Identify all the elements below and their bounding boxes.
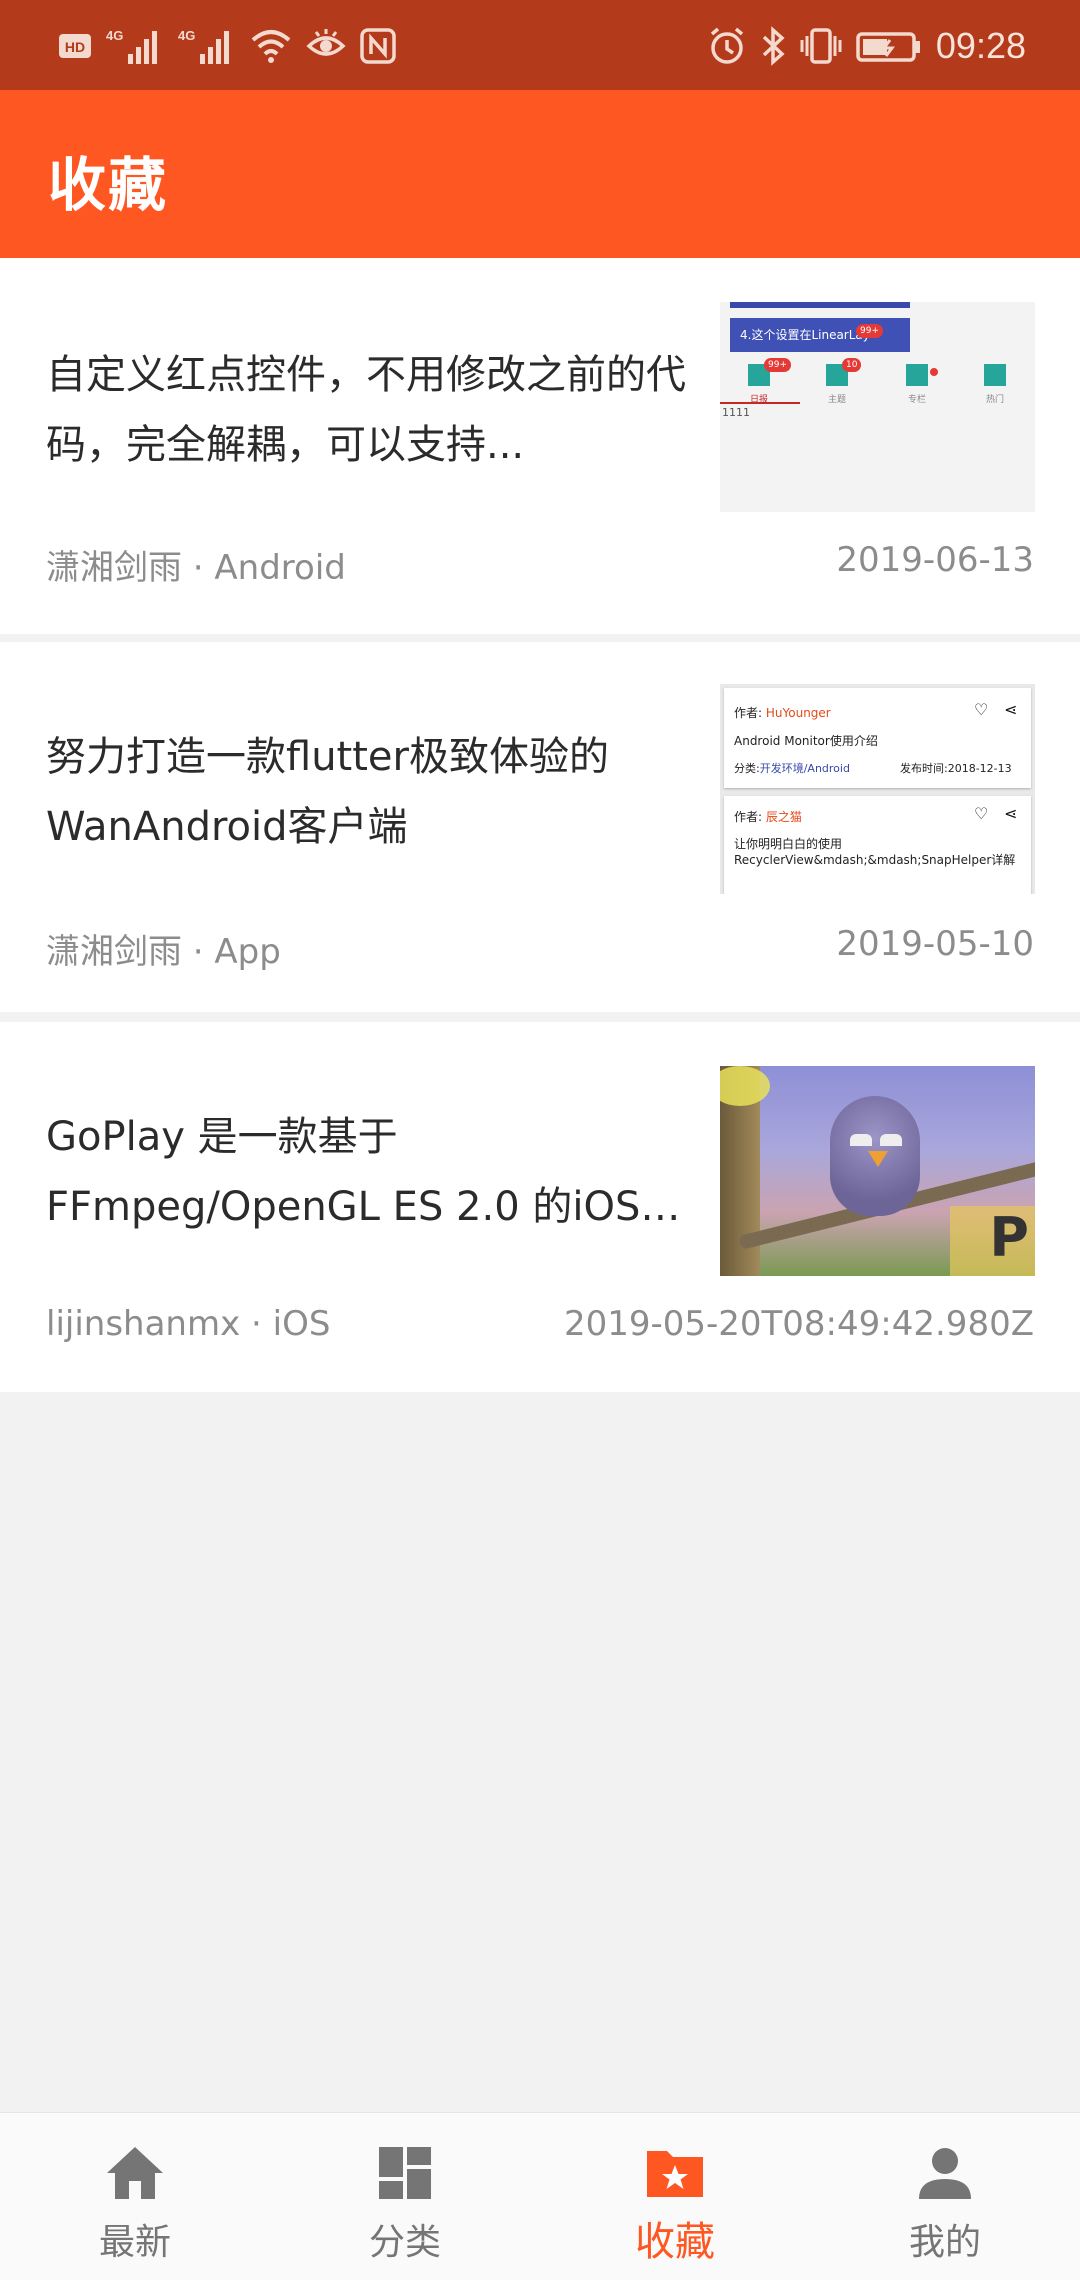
thumb-tab-label: 专栏 xyxy=(908,395,927,405)
thumb-badge: 99+ xyxy=(764,358,791,372)
vibrate-icon xyxy=(800,26,842,66)
collection-item-author-category: lijinshanmx · iOS xyxy=(46,1304,331,1344)
thumb-article-title: Android Monitor使用介绍 xyxy=(734,734,878,748)
battery-icon xyxy=(856,26,922,66)
status-bar: HD 4G 4G 09:28 xyxy=(0,0,1080,90)
collection-item-author-category: 潇湘剑雨 · App xyxy=(46,932,281,972)
4g-signal-icon: 4G xyxy=(178,26,236,66)
svg-text:4G: 4G xyxy=(178,28,195,43)
person-icon xyxy=(913,2141,977,2205)
nav-item-favorites[interactable]: 收藏 xyxy=(540,2113,810,2280)
collection-item-thumbnail: P xyxy=(720,1066,1035,1276)
thumb-number: 1111 xyxy=(722,406,750,419)
alarm-icon xyxy=(708,26,746,66)
nav-label: 我的 xyxy=(908,2222,981,2263)
4g-signal-icon: 4G xyxy=(106,26,164,66)
folder-star-icon xyxy=(643,2141,707,2205)
eye-icon xyxy=(306,26,346,66)
hd-icon: HD xyxy=(58,31,92,61)
collection-item-date: 2019-05-10 xyxy=(836,924,1034,964)
nfc-icon xyxy=(360,26,396,66)
svg-text:HD: HD xyxy=(65,39,85,55)
thumb-watermark: P xyxy=(950,1206,1035,1276)
bird-image xyxy=(830,1096,920,1216)
thumb-header-text: 4.这个设置在LinearLay xyxy=(730,318,910,352)
thumb-author: HuYounger xyxy=(765,706,831,720)
status-icons-right: 09:28 xyxy=(708,24,1026,68)
thumb-badge: 99+ xyxy=(856,324,883,338)
thumb-article-title: 让你明明白白的使用RecyclerView&mdash;&mdash;SnapH… xyxy=(734,837,1016,867)
thumb-tab-label: 主题 xyxy=(828,395,847,405)
nav-item-categories[interactable]: 分类 xyxy=(270,2113,540,2280)
heart-icon: ♡ xyxy=(974,700,989,719)
collection-item[interactable]: 努力打造一款flutter极致体验的WanAndroid客户端 作者: HuYo… xyxy=(0,642,1080,1012)
thumb-publish-date: 2018-12-13 xyxy=(947,762,1012,775)
collection-item[interactable]: GoPlay 是一款基于FFmpeg/OpenGL ES 2.0 的iOS播放器… xyxy=(0,1022,1080,1392)
thumb-tab-label: 热门 xyxy=(986,395,1005,405)
page-title: 收藏 xyxy=(48,151,169,219)
home-icon xyxy=(103,2141,167,2205)
collection-item-title: GoPlay 是一款基于FFmpeg/OpenGL ES 2.0 的iOS播放器… xyxy=(46,1114,681,1230)
nav-item-mine[interactable]: 我的 xyxy=(810,2113,1080,2280)
dashboard-icon xyxy=(373,2141,437,2205)
thumb-author-label: 作者: xyxy=(734,810,763,824)
share-icon: ⋖ xyxy=(1004,700,1018,719)
thumb-publish-label: 发布时间: xyxy=(900,762,948,775)
status-time: 09:28 xyxy=(935,25,1026,66)
bluetooth-icon xyxy=(760,26,786,66)
collection-item-author-category: 潇湘剑雨 · Android xyxy=(46,548,346,588)
collection-item-thumbnail: 4.这个设置在LinearLay 99+ 99+ 10 日报 主题 专栏 热门 … xyxy=(720,302,1035,512)
status-icons-left: HD 4G 4G xyxy=(58,24,396,68)
svg-text:4G: 4G xyxy=(106,28,123,43)
bottom-navigation: 最新 分类 收藏 我的 xyxy=(0,2112,1080,2280)
thumb-badge: 10 xyxy=(842,358,862,372)
app-bar: 收藏 xyxy=(0,90,1080,258)
thumb-category: 开发环境/Android xyxy=(759,762,850,775)
nav-item-latest[interactable]: 最新 xyxy=(0,2113,270,2280)
thumb-author-label: 作者: xyxy=(734,706,763,720)
nav-label: 收藏 xyxy=(635,2219,715,2265)
thumb-category-label: 分类: xyxy=(734,762,760,775)
collection-item-title: 努力打造一款flutter极致体验的WanAndroid客户端 xyxy=(46,734,609,850)
heart-icon: ♡ xyxy=(974,804,989,823)
nav-label: 分类 xyxy=(368,2222,441,2263)
collection-item-thumbnail: 作者: HuYounger ♡ ⋖ Android Monitor使用介绍 分类… xyxy=(720,684,1035,894)
collection-item-title: 自定义红点控件，不用修改之前的代码，完全解耦，可以支持... xyxy=(46,352,686,468)
thumb-author: 辰之猫 xyxy=(765,810,802,824)
collection-item-date: 2019-06-13 xyxy=(836,540,1034,580)
collection-item[interactable]: 自定义红点控件，不用修改之前的代码，完全解耦，可以支持... 4.这个设置在Li… xyxy=(0,258,1080,634)
nav-label: 最新 xyxy=(98,2222,171,2263)
share-icon: ⋖ xyxy=(1004,804,1018,823)
collection-item-date: 2019-05-20T08:49:42.980Z xyxy=(563,1304,1034,1344)
wifi-icon xyxy=(250,26,292,66)
